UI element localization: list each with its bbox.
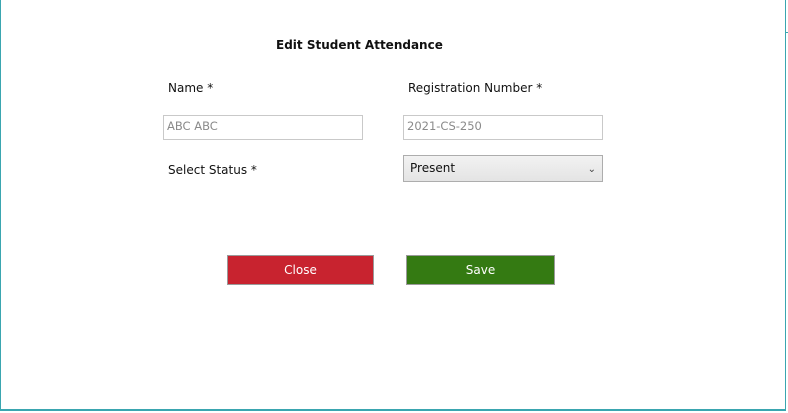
registration-number-label: Registration Number * — [408, 81, 543, 95]
select-status-label: Select Status * — [168, 163, 257, 177]
registration-number-field[interactable]: 2021-CS-250 — [403, 115, 603, 140]
form-title: Edit Student Attendance — [276, 38, 443, 52]
status-dropdown-value: Present — [410, 161, 456, 175]
name-label: Name * — [168, 81, 214, 95]
chevron-down-icon: ⌄ — [587, 164, 596, 175]
close-button[interactable]: Close — [227, 255, 374, 285]
status-dropdown[interactable]: Present ⌄ — [403, 155, 603, 182]
save-button[interactable]: Save — [406, 255, 555, 285]
window-frame — [0, 0, 786, 411]
name-field[interactable]: ABC ABC — [163, 115, 363, 140]
